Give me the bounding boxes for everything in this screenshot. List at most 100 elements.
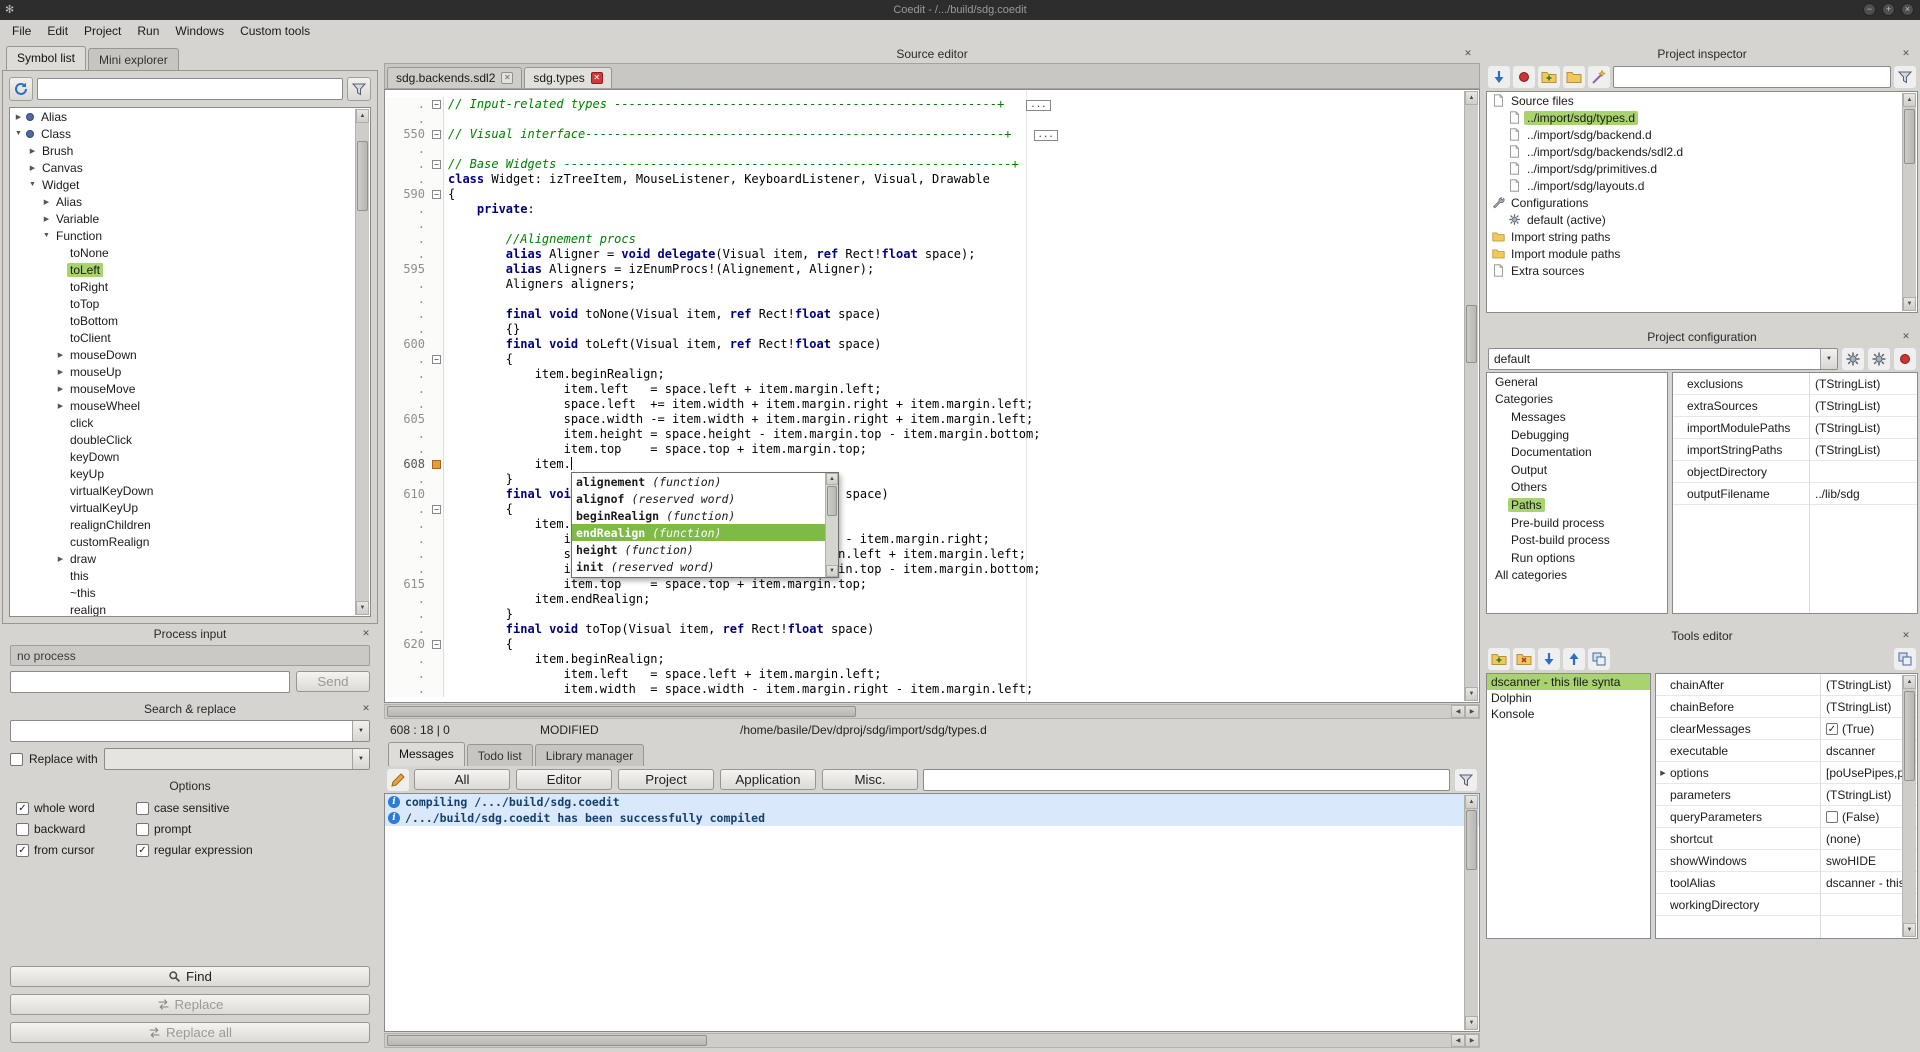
inspector-item-import-sdg-primitives-d[interactable]: ../import/sdg/primitives.d [1487,160,1917,177]
expand-icon[interactable]: ▶ [54,351,67,359]
editor-vertical-scrollbar[interactable]: ▲ ▼ [1464,91,1478,701]
code-line[interactable]: . } [386,472,1463,487]
code-line[interactable]: . final void toNone(Visual item, ref Rec… [386,307,1463,322]
auto-configure-button[interactable] [1588,66,1610,88]
replace-with-checkbox[interactable] [10,753,23,766]
symbol-item-alias[interactable]: ▶Alias [10,193,370,210]
code-line[interactable]: . {} [386,322,1463,337]
scroll-up-button[interactable]: ▲ [1465,91,1478,105]
code-line[interactable]: . item.height = space.height - item.marg… [386,562,1463,577]
fold-margin[interactable]: − [430,127,444,142]
scrollbar-thumb[interactable] [1904,109,1915,164]
tab-library-manager[interactable]: Library manager [535,744,644,766]
code-line[interactable]: . item.left = space.width - item.width -… [386,532,1463,547]
editor-tab-sdg-backends-sdl2[interactable]: sdg.backends.sdl2✕ [387,67,522,88]
property-row-showwindows[interactable]: showWindowsswoHIDE [1656,850,1917,872]
code-line[interactable]: . private: [386,202,1463,217]
search-option-prompt[interactable]: prompt [136,822,364,836]
add-folder-button[interactable] [1563,66,1585,88]
scroll-up-button[interactable]: ▲ [1903,675,1916,689]
code-line[interactable]: . item.beginRealign; [386,517,1463,532]
code-line[interactable]: 600 final void toLeft(Visual item, ref R… [386,337,1463,352]
symbol-item-this[interactable]: ~this [10,584,370,601]
code-line[interactable]: . Aligners aligners; [386,277,1463,292]
config-category-paths[interactable]: Paths [1487,496,1667,514]
symbol-item-toleft[interactable]: toLeft [10,261,370,278]
symbol-item-mousedown[interactable]: ▶mouseDown [10,346,370,363]
code-line[interactable]: . item.beginRealign; [386,652,1463,667]
clear-messages-button[interactable] [387,769,409,791]
completion-item-endrealign[interactable]: endRealign(function) [572,524,825,541]
code-line[interactable]: . item.endRealign; [386,592,1463,607]
code-line[interactable]: . } [386,607,1463,622]
remove-tool-button[interactable] [1513,648,1535,670]
property-row-chainbefore[interactable]: chainBefore(TStringList) [1656,696,1917,718]
property-row-importstringpaths[interactable]: importStringPaths(TStringList) [1673,439,1917,461]
code-line[interactable]: 550−// Visual interface-----------------… [386,127,1463,142]
code-line[interactable]: . //Alignement procs [386,232,1463,247]
scroll-left-button[interactable]: ◀ [1451,705,1465,718]
maximize-button[interactable]: + [1882,3,1895,16]
fold-margin[interactable]: − [430,637,444,652]
tab-todo-list[interactable]: Todo list [467,744,533,766]
property-row-parameters[interactable]: parameters(TStringList) [1656,784,1917,806]
replace-button[interactable]: Replace [10,994,370,1015]
process-input-field[interactable] [10,671,290,693]
collapse-icon[interactable]: ▼ [26,181,39,188]
symbol-item-variable[interactable]: ▶Variable [10,210,370,227]
symbol-item-virtualkeyup[interactable]: virtualKeyUp [10,499,370,516]
property-value[interactable]: (TStringList) [1809,421,1917,435]
property-row-objectdirectory[interactable]: objectDirectory [1673,461,1917,483]
scrollbar-thumb[interactable] [1466,305,1477,363]
checkbox[interactable]: ✓ [16,802,29,815]
fold-margin[interactable]: − [430,502,444,517]
code-line[interactable]: 615 item.top = space.top + item.margin.t… [386,577,1463,592]
scrollbar-thumb[interactable] [1904,691,1915,781]
tool-item-konsole[interactable]: Konsole [1487,706,1650,722]
inspector-item-import-sdg-backend-d[interactable]: ../import/sdg/backend.d [1487,126,1917,143]
code-editor[interactable]: .−// Input-related types ---------------… [384,89,1480,703]
close-project-configuration-button[interactable]: ✕ [1900,330,1912,342]
scroll-down-button[interactable]: ▼ [826,565,838,577]
fold-toggle-icon[interactable]: − [432,505,441,514]
combo-arrow-icon[interactable]: ▼ [352,721,369,741]
scroll-up-button[interactable]: ▲ [826,473,838,485]
symbol-item-totop[interactable]: toTop [10,295,370,312]
scrollbar-thumb[interactable] [387,1035,707,1046]
add-source-button[interactable] [1538,66,1560,88]
scroll-right-button[interactable]: ▶ [1465,705,1479,718]
completion-scrollbar[interactable]: ▲ ▼ [825,473,838,577]
scrollbar-thumb[interactable] [357,141,368,211]
minimize-button[interactable]: − [1863,3,1876,16]
inspector-item-import-sdg-types-d[interactable]: ../import/sdg/types.d [1487,109,1917,126]
close-process-input-button[interactable]: ✕ [360,627,372,639]
search-option-regular-expression[interactable]: ✓regular expression [136,843,364,857]
filter-editor-button[interactable]: Editor [516,769,612,790]
config-category-messages[interactable]: Messages [1487,408,1667,426]
expand-icon[interactable]: ▶ [54,368,67,376]
completion-item-init[interactable]: init(reserved word) [572,558,825,575]
property-value[interactable]: ../lib/sdg [1809,487,1917,501]
code-line[interactable]: 590−{ [386,187,1463,202]
symbol-item-widget[interactable]: ▼Widget [10,176,370,193]
code-line[interactable]: . [386,112,1463,127]
add-configuration-button[interactable] [1868,348,1890,370]
fold-toggle-icon[interactable]: − [432,190,441,199]
expand-icon[interactable]: ▶ [40,215,53,223]
property-value[interactable]: (TStringList) [1809,399,1917,413]
property-row-extrasources[interactable]: extraSources(TStringList) [1673,395,1917,417]
code-line[interactable]: . [386,142,1463,157]
code-line[interactable]: . [386,217,1463,232]
config-category-output[interactable]: Output [1487,461,1667,479]
symbol-item-doubleclick[interactable]: doubleClick [10,431,370,448]
close-tab-icon[interactable]: ✕ [501,72,513,84]
property-row-options[interactable]: ▶options[poUsePipes,po [1656,762,1917,784]
property-row-toolalias[interactable]: toolAliasdscanner - this [1656,872,1917,894]
config-category-others[interactable]: Others [1487,479,1667,497]
code-line[interactable]: . item.width = space.width - item.margin… [386,682,1463,697]
inspector-item-extra-sources[interactable]: Extra sources [1487,262,1917,279]
sync-configurations-button[interactable] [1842,348,1864,370]
message-filter-input[interactable] [923,769,1450,791]
completion-item-height[interactable]: height(function) [572,541,825,558]
value-checkbox[interactable]: ✓ [1826,723,1838,735]
